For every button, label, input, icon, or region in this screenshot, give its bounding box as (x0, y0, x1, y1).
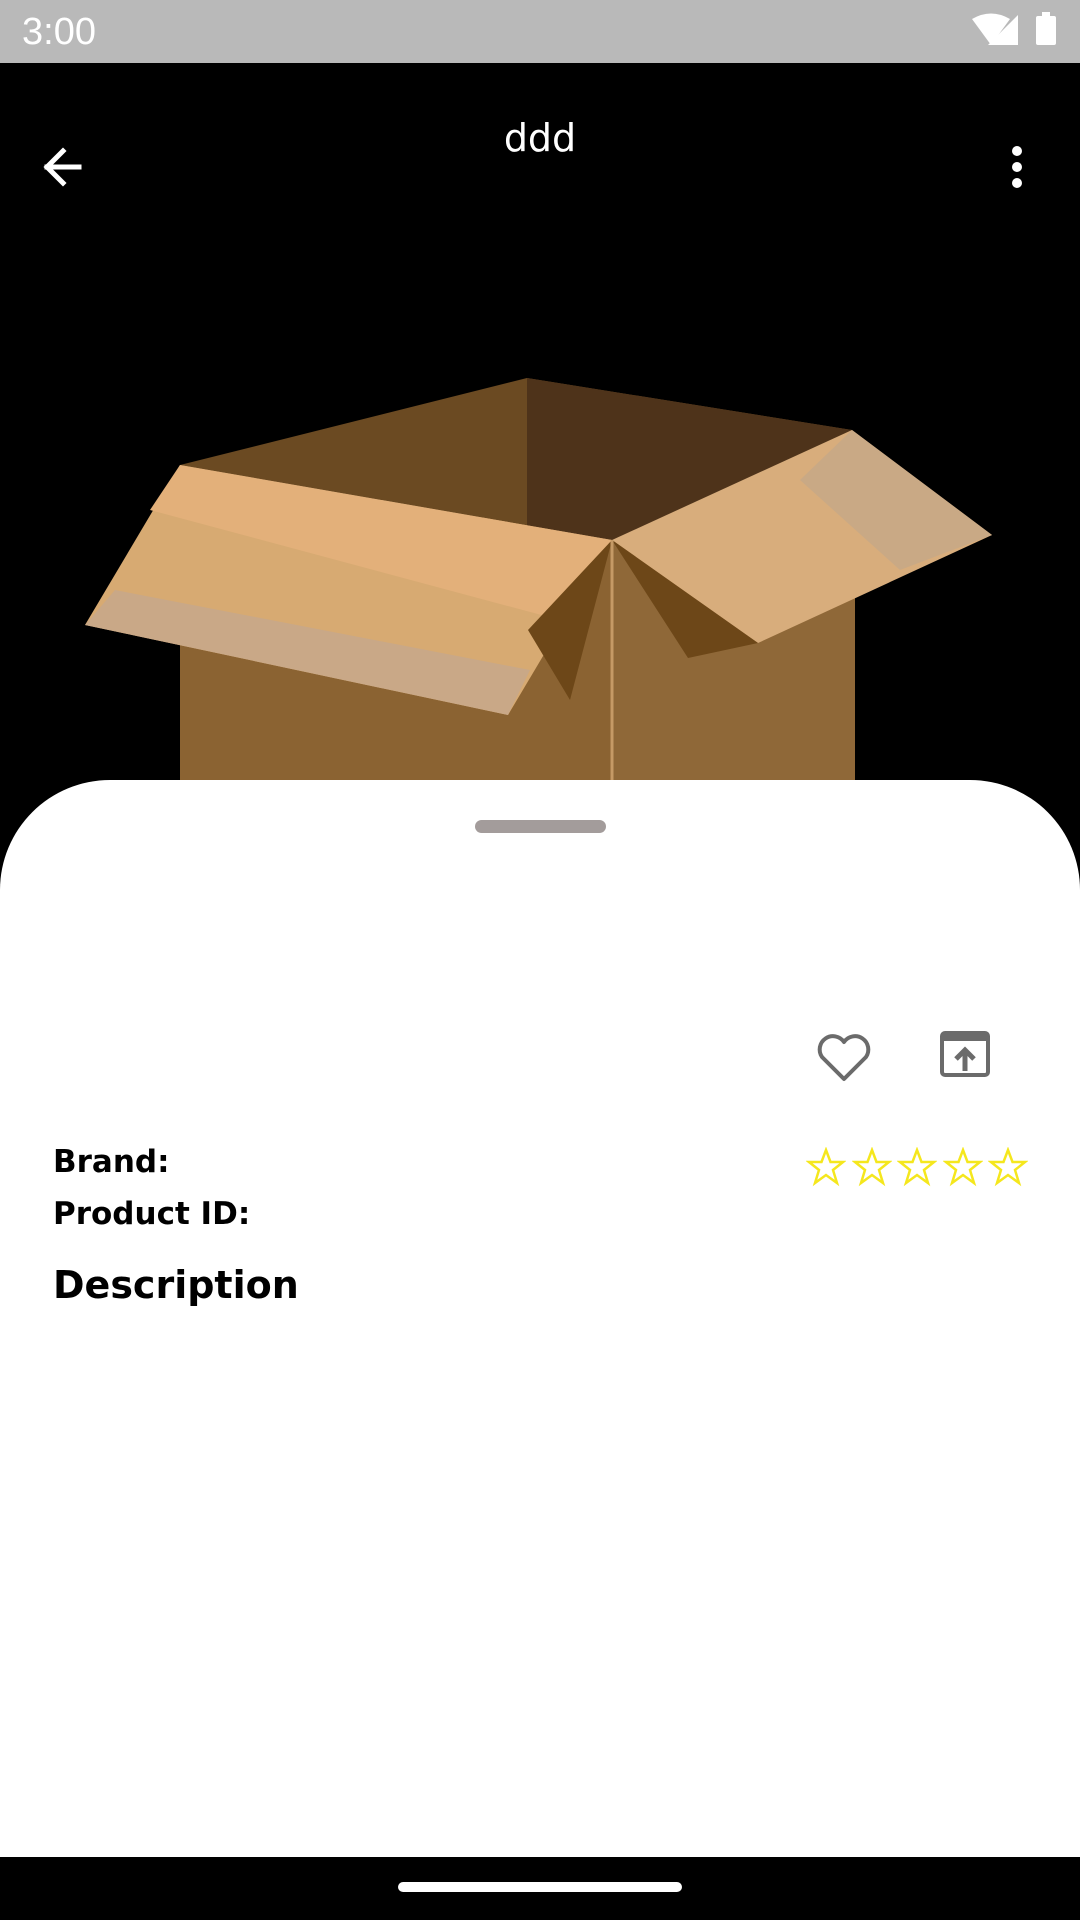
page-title: ddd (503, 116, 577, 160)
product-image (0, 300, 1080, 820)
more-options-button[interactable] (980, 130, 1054, 204)
arrow-back-icon (43, 147, 82, 187)
brand-label: Brand: (53, 1144, 170, 1180)
drag-handle[interactable] (475, 820, 606, 833)
description-heading: Description (53, 1263, 299, 1307)
product-id-label: Product ID: (53, 1196, 251, 1232)
heart-outline-icon (817, 1034, 871, 1081)
open-in-browser-icon (940, 1031, 990, 1077)
star-icon[interactable] (851, 1147, 892, 1187)
open-in-browser-button[interactable] (936, 1025, 994, 1083)
favorite-button[interactable] (808, 1025, 880, 1091)
more-vert-icon (1012, 146, 1022, 188)
star-icon[interactable] (988, 1147, 1028, 1187)
home-indicator[interactable] (398, 1882, 682, 1892)
top-app-bar (0, 63, 1080, 273)
battery-icon (1036, 12, 1056, 45)
status-icons (880, 0, 1080, 63)
star-rating[interactable] (806, 1142, 1028, 1192)
star-icon[interactable] (897, 1147, 937, 1187)
star-icon[interactable] (806, 1147, 846, 1187)
back-button[interactable] (26, 130, 100, 204)
navigation-bar (0, 1857, 1080, 1920)
status-time: 3:00 (22, 11, 96, 53)
wifi-icon (972, 13, 1010, 45)
star-icon[interactable] (942, 1147, 983, 1187)
product-details-sheet[interactable]: Brand: Product ID: Description (0, 780, 1080, 1857)
status-bar: 3:00 (0, 0, 1080, 63)
cardboard-box-image (85, 378, 992, 820)
